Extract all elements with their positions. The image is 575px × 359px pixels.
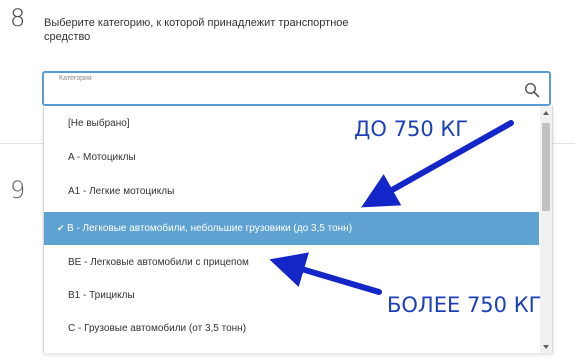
scroll-thumb[interactable] xyxy=(542,123,550,211)
scroll-up-arrow-icon[interactable] xyxy=(543,111,549,115)
dropdown-scrollbar[interactable] xyxy=(540,106,552,353)
dropdown-option[interactable]: A1 - Легкие мотоциклы xyxy=(44,175,539,208)
option-label: BE - Легковые автомобили с прицепом xyxy=(68,257,249,268)
page: 8 Выберите категорию, к которой принадле… xyxy=(0,0,575,359)
dropdown-option[interactable]: BE - Легковые автомобили с прицепом xyxy=(44,246,539,279)
option-label: [Не выбрано] xyxy=(68,118,130,129)
search-icon[interactable] xyxy=(524,82,540,98)
dropdown-option[interactable]: A - Мотоциклы xyxy=(44,141,539,174)
annotation-over-750kg: БОЛЕЕ 750 КГ xyxy=(387,293,542,317)
checkmark-icon: ✔ xyxy=(57,223,65,233)
category-search-input[interactable]: Категория xyxy=(42,71,551,106)
question-number: 8 xyxy=(10,4,26,32)
question-number: 9 xyxy=(10,176,26,204)
option-label: A1 - Легкие мотоциклы xyxy=(68,186,175,197)
option-label: C - Грузовые автомобили (от 3,5 тонн) xyxy=(68,323,247,334)
select-label: Категория xyxy=(59,75,92,82)
option-label: A - Мотоциклы xyxy=(68,152,136,163)
question-text: Выберите категорию, к которой принадлежи… xyxy=(44,17,349,43)
option-label: B - Легковые автомобили, небольшие грузо… xyxy=(67,223,353,234)
option-label: B1 - Трициклы xyxy=(68,290,135,301)
dropdown-option-selected[interactable]: ✔ B - Легковые автомобили, небольшие груз… xyxy=(44,212,539,245)
scroll-down-arrow-icon[interactable] xyxy=(543,345,549,349)
annotation-up-to-750kg: ДО 750 КГ xyxy=(354,117,469,141)
